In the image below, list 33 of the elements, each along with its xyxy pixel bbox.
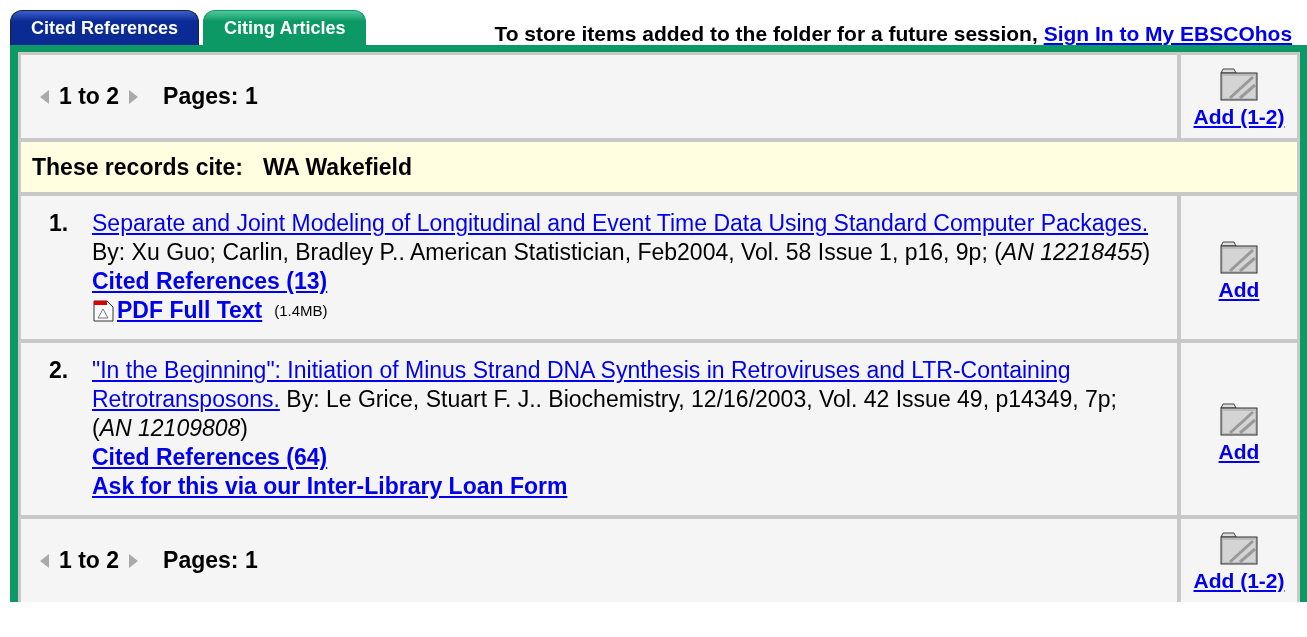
next-arrow-icon[interactable] (128, 552, 140, 569)
result-number: 2. (49, 356, 70, 385)
inter-library-loan-link[interactable]: Ask for this via our Inter-Library Loan Form (92, 472, 568, 501)
page-range: 1 to 2 (59, 82, 120, 112)
citation-entry: "In the Beginning": Initiation of Minus Strand DNA Synthesis in Retroviruses and LTR-Containing Retrotransposons. By: Le Grice, Stuart F. J.. Biochemistry, 12/16/2003, Vol. 42 Issue 49, p14349, 7p; (AN 12109808) (92, 356, 1118, 443)
folder-icon[interactable] (1220, 241, 1258, 275)
cited-author: WA Wakefield (262, 152, 413, 182)
cited-references-link[interactable]: Cited References (64) (92, 443, 328, 472)
notice-text: To store items added to the folder for a future session, (494, 22, 1039, 45)
article-title-link[interactable]: Retrotransposons. (92, 386, 280, 412)
folder-icon[interactable] (1220, 532, 1258, 566)
folder-icon[interactable] (1220, 402, 1258, 436)
page-count: Pages: 1 (163, 82, 258, 112)
pdf-full-text-link[interactable]: PDF Full Text (117, 296, 263, 325)
article-title-link[interactable]: "In the Beginning": Initiation of Minus Strand DNA Synthesis in Retroviruses and LTR-Containing (92, 356, 1071, 385)
article-title-link[interactable]: Separate and Joint Modeling of Longitudinal and Event Time Data Using Standard Computer Packages. (92, 210, 1149, 236)
next-arrow-icon[interactable] (128, 88, 140, 105)
add-link[interactable]: Add (1218, 435, 1260, 468)
folder-icon[interactable] (1220, 68, 1258, 102)
pdf-icon[interactable] (92, 299, 114, 322)
citation-entry: Separate and Joint Modeling of Longitudinal and Event Time Data Using Standard Computer Packages. By: Xu Guo; Carlin, Bradley P.. American Statistician, Feb2004, Vol. 58 Issue 1, p16, 9p; (AN 12218455) (92, 209, 1152, 267)
file-size: (1.4MB) (274, 301, 328, 321)
sign-in-link[interactable]: Sign In to My EBSCOhos (1043, 22, 1293, 45)
page-range: 1 to 2 (59, 546, 120, 576)
add-link[interactable]: Add (1218, 274, 1260, 306)
result-number: 1. (49, 209, 70, 238)
page-count: Pages: 1 (163, 546, 258, 576)
previous-arrow-icon[interactable] (39, 552, 50, 569)
tab[interactable]: Cited References (10, 10, 200, 45)
tab[interactable]: Citing Articles (203, 10, 367, 45)
previous-arrow-icon[interactable] (39, 88, 50, 105)
cite-label: These records cite: (32, 152, 243, 182)
cited-references-link[interactable]: Cited References (13) (92, 267, 328, 296)
